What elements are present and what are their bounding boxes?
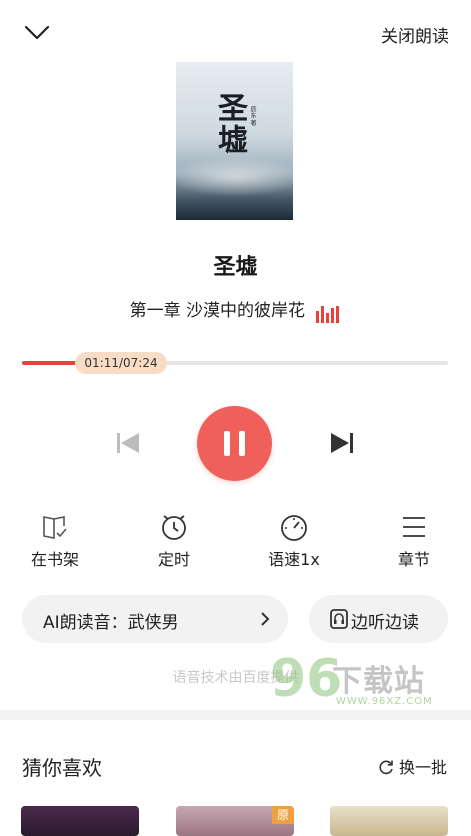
timer-label: 定时 xyxy=(157,550,190,569)
book-cover: 圣墟 辰东 著 xyxy=(176,62,293,220)
chevron-down-icon xyxy=(24,25,50,40)
pause-icon xyxy=(224,431,230,456)
speedometer-icon xyxy=(281,515,307,541)
watermark-url: WWW.96XZ.COM xyxy=(336,696,433,707)
chapter-row: 第一章 沙漠中的彼岸花 xyxy=(0,296,471,323)
chapter-title: 第一章 沙漠中的彼岸花 xyxy=(129,301,305,321)
bookshelf-icon xyxy=(43,516,67,539)
timer-button[interactable]: 定时 xyxy=(129,512,219,570)
pause-button[interactable] xyxy=(197,406,272,481)
recommend-book-card[interactable] xyxy=(330,806,448,836)
skip-next-icon xyxy=(331,433,353,453)
bookshelf-label: 在书架 xyxy=(30,550,79,569)
section-divider xyxy=(0,710,471,720)
menu-lines-icon xyxy=(403,517,425,537)
listen-while-reading-button[interactable]: 边听边读 xyxy=(309,595,448,643)
headphone-book-icon xyxy=(330,609,348,629)
refresh-button[interactable]: 换一批 xyxy=(377,754,447,778)
audio-playing-icon xyxy=(316,303,341,323)
alarm-clock-icon xyxy=(162,515,186,540)
listen-while-reading-label: 边听边读 xyxy=(351,613,419,633)
refresh-label: 换一批 xyxy=(398,758,447,777)
speed-label: 语速1x xyxy=(268,550,320,569)
bookshelf-button[interactable]: 在书架 xyxy=(10,512,100,570)
chapters-label: 章节 xyxy=(397,550,430,569)
recommend-title: 猜你喜欢 xyxy=(22,756,102,780)
next-button[interactable] xyxy=(328,430,356,456)
watermark-text: 下载站 xyxy=(332,664,425,699)
chevron-right-icon xyxy=(261,612,270,626)
speed-button[interactable]: 语速1x xyxy=(249,512,339,570)
collapse-button[interactable] xyxy=(20,18,54,48)
recommend-book-card[interactable] xyxy=(21,806,139,836)
cover-mist xyxy=(176,157,293,197)
original-badge: 原 xyxy=(272,806,294,824)
previous-button[interactable] xyxy=(114,430,142,456)
close-reading-button[interactable]: 关闭朗读 xyxy=(381,22,449,47)
refresh-icon xyxy=(379,760,393,775)
recommend-book-card[interactable]: 原 xyxy=(176,806,294,836)
progress-thumb[interactable]: 01:11/07:24 xyxy=(75,352,167,374)
skip-previous-icon xyxy=(117,433,139,453)
cover-side-text: 辰东 著 xyxy=(249,106,256,126)
watermark: 96 下载站 WWW.96XZ.COM xyxy=(270,650,450,712)
pause-icon-bar xyxy=(239,431,245,456)
cover-title-art: 圣墟 xyxy=(212,92,247,156)
book-title: 圣墟 xyxy=(213,255,258,280)
chapters-button[interactable]: 章节 xyxy=(369,512,459,570)
voice-label: AI朗读音：武侠男 xyxy=(43,613,179,633)
voice-selector[interactable]: AI朗读音：武侠男 xyxy=(22,595,288,643)
top-bar: 关闭朗读 xyxy=(0,0,471,64)
